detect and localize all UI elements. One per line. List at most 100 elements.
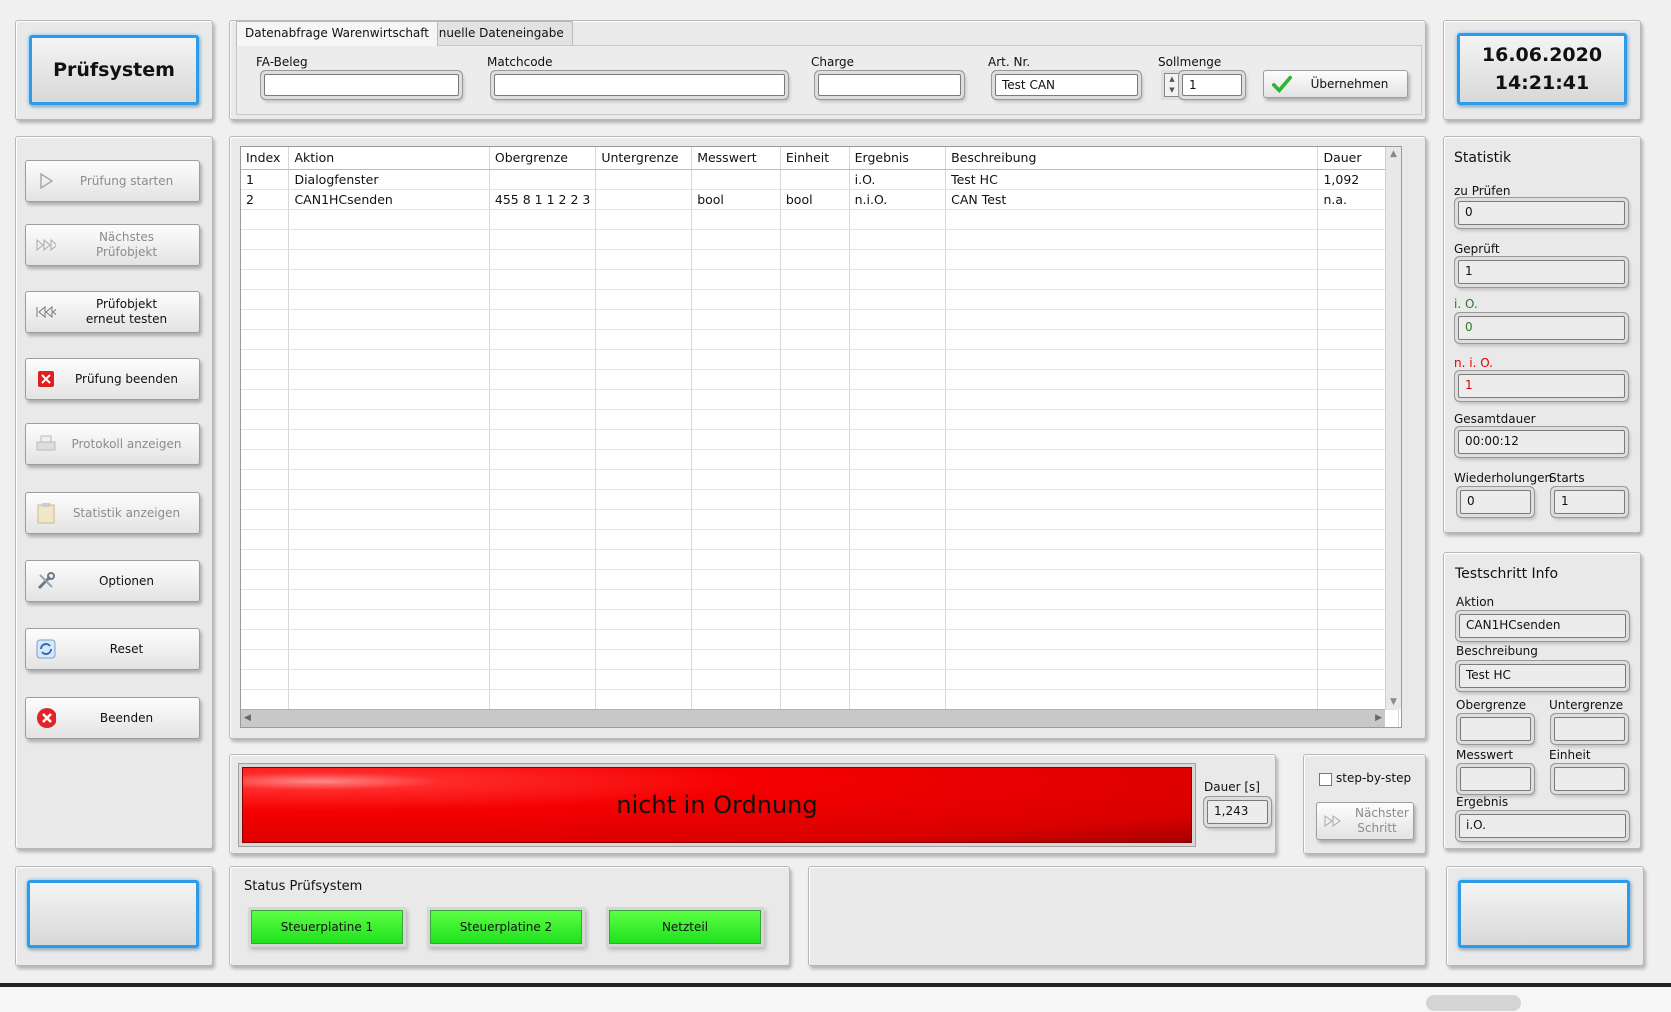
table-cell[interactable] xyxy=(849,629,947,650)
table-cell[interactable] xyxy=(849,449,947,470)
table-cell[interactable] xyxy=(288,489,490,510)
table-cell[interactable] xyxy=(780,389,850,410)
table-cell[interactable] xyxy=(849,329,947,350)
table-cell[interactable] xyxy=(595,289,693,310)
table-cell[interactable] xyxy=(780,569,850,590)
table-cell[interactable] xyxy=(489,369,597,390)
table-cell[interactable] xyxy=(241,249,290,270)
table-vertical-scrollbar[interactable]: ▲ ▼ xyxy=(1385,147,1401,709)
table-cell[interactable] xyxy=(691,509,781,530)
table-row-empty[interactable] xyxy=(241,509,1399,530)
table-cell[interactable] xyxy=(489,389,597,410)
table-cell[interactable] xyxy=(691,209,781,230)
table-cell[interactable] xyxy=(849,269,947,290)
table-cell[interactable] xyxy=(849,209,947,230)
table-cell[interactable] xyxy=(241,369,290,390)
table-cell[interactable] xyxy=(595,689,693,710)
table-cell[interactable] xyxy=(595,349,693,370)
table-cell[interactable] xyxy=(849,669,947,690)
table-cell[interactable] xyxy=(849,369,947,390)
table-cell[interactable] xyxy=(489,569,597,590)
table-cell[interactable] xyxy=(595,549,693,570)
table-cell[interactable] xyxy=(489,629,597,650)
table-cell[interactable] xyxy=(241,549,290,570)
table-row-empty[interactable] xyxy=(241,689,1399,710)
table-cell[interactable] xyxy=(780,409,850,430)
table-cell[interactable] xyxy=(489,509,597,530)
table-cell[interactable] xyxy=(849,549,947,570)
table-horizontal-scrollbar[interactable]: ◀ ▶ xyxy=(241,709,1385,727)
table-cell[interactable] xyxy=(288,249,490,270)
table-row-empty[interactable] xyxy=(241,529,1399,550)
naechster-schritt-button[interactable]: Nächster Schritt xyxy=(1316,802,1414,840)
table-cell[interactable] xyxy=(780,689,850,710)
table-cell[interactable] xyxy=(849,309,947,330)
table-cell[interactable] xyxy=(945,429,1319,450)
table-cell[interactable] xyxy=(780,449,850,470)
table-cell[interactable] xyxy=(595,469,693,490)
table-cell[interactable] xyxy=(780,649,850,670)
table-cell[interactable] xyxy=(849,589,947,610)
reset-button[interactable]: Reset xyxy=(25,628,200,670)
table-cell[interactable] xyxy=(489,429,597,450)
table-cell[interactable] xyxy=(691,529,781,550)
table-cell[interactable] xyxy=(288,669,490,690)
table-cell[interactable] xyxy=(595,169,693,190)
results-table[interactable]: Index Aktion Obergrenze Untergrenze Mess… xyxy=(240,146,1402,728)
table-cell[interactable] xyxy=(945,369,1319,390)
table-cell[interactable] xyxy=(489,269,597,290)
table-cell[interactable] xyxy=(241,569,290,590)
table-cell[interactable] xyxy=(288,409,490,430)
table-cell[interactable] xyxy=(489,289,597,310)
uebernehmen-button[interactable]: Übernehmen xyxy=(1263,70,1408,98)
table-cell[interactable]: CAN1HCsenden xyxy=(288,189,490,210)
table-cell[interactable] xyxy=(241,389,290,410)
table-cell[interactable] xyxy=(691,389,781,410)
table-row-empty[interactable] xyxy=(241,489,1399,510)
table-cell[interactable] xyxy=(691,589,781,610)
table-row-empty[interactable] xyxy=(241,229,1399,250)
naechstes-pruefobjekt-button[interactable]: Nächstes Prüfobjekt xyxy=(25,224,200,266)
table-cell[interactable] xyxy=(489,229,597,250)
table-cell[interactable] xyxy=(489,469,597,490)
table-cell[interactable]: i.O. xyxy=(849,169,947,190)
table-row-empty[interactable] xyxy=(241,409,1399,430)
table-cell[interactable] xyxy=(849,289,947,310)
table-cell[interactable] xyxy=(780,329,850,350)
table-cell[interactable] xyxy=(691,349,781,370)
table-cell[interactable]: n.i.O. xyxy=(849,189,947,210)
table-cell[interactable] xyxy=(780,509,850,530)
table-cell[interactable] xyxy=(780,549,850,570)
table-cell[interactable] xyxy=(945,229,1319,250)
table-cell[interactable]: CAN Test xyxy=(945,189,1319,210)
table-cell[interactable] xyxy=(945,609,1319,630)
table-row-empty[interactable] xyxy=(241,309,1399,330)
table-cell[interactable] xyxy=(489,449,597,470)
table-cell[interactable] xyxy=(945,449,1319,470)
table-cell[interactable] xyxy=(945,549,1319,570)
col-ergebnis[interactable]: Ergebnis xyxy=(849,147,947,170)
table-row-empty[interactable] xyxy=(241,349,1399,370)
table-cell[interactable] xyxy=(849,489,947,510)
table-cell[interactable] xyxy=(849,469,947,490)
table-row-empty[interactable] xyxy=(241,609,1399,630)
table-cell[interactable] xyxy=(489,609,597,630)
table-cell[interactable] xyxy=(691,629,781,650)
table-cell[interactable] xyxy=(945,329,1319,350)
table-row-empty[interactable] xyxy=(241,629,1399,650)
table-cell[interactable] xyxy=(849,689,947,710)
table-cell[interactable] xyxy=(595,489,693,510)
table-cell[interactable] xyxy=(288,349,490,370)
table-cell[interactable] xyxy=(595,589,693,610)
table-cell[interactable] xyxy=(595,429,693,450)
table-cell[interactable] xyxy=(780,289,850,310)
table-cell[interactable] xyxy=(780,369,850,390)
pruefung-starten-button[interactable]: Prüfung starten xyxy=(25,160,200,202)
table-cell[interactable]: Dialogfenster xyxy=(288,169,490,190)
table-cell[interactable] xyxy=(780,249,850,270)
table-cell[interactable] xyxy=(780,529,850,550)
table-cell[interactable] xyxy=(945,249,1319,270)
table-cell[interactable] xyxy=(595,249,693,270)
table-cell[interactable] xyxy=(595,509,693,530)
statistik-anzeigen-button[interactable]: Statistik anzeigen xyxy=(25,492,200,534)
